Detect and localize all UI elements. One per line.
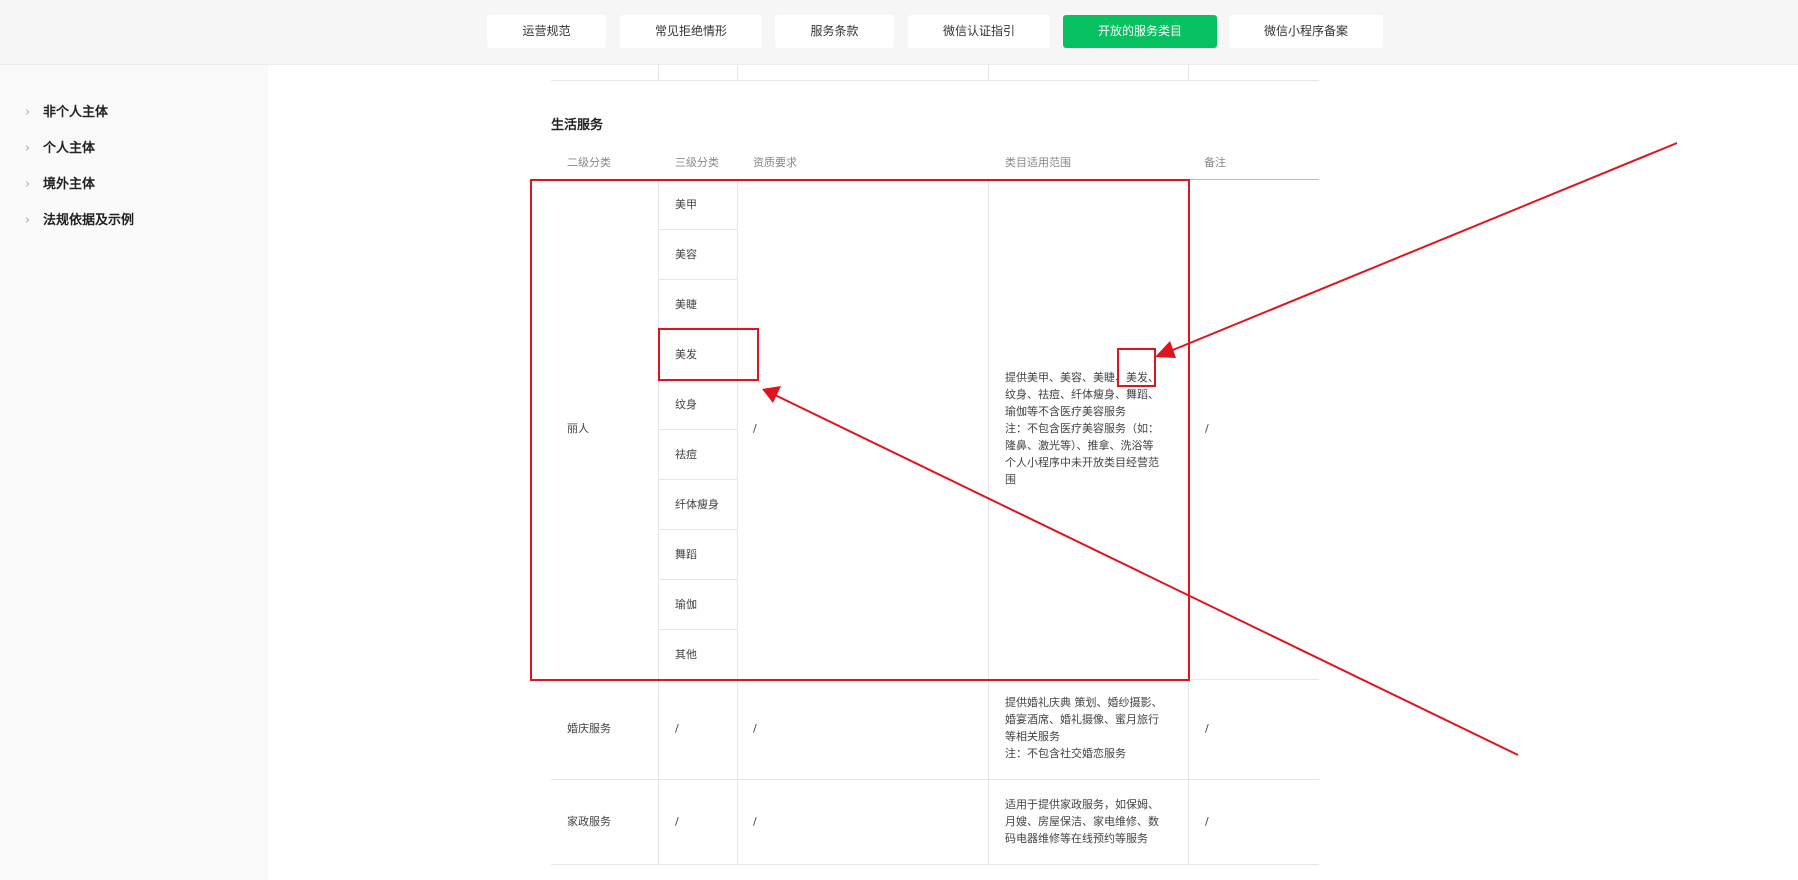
top-navigation: 运营规范 常见拒绝情形 服务条款 微信认证指引 开放的服务类目 微信小程序备案	[0, 0, 1798, 65]
chevron-right-icon: ›	[25, 177, 31, 192]
qualification-cell: /	[753, 815, 757, 828]
subcategory-item: 美容	[675, 248, 697, 261]
table-divider	[988, 65, 989, 80]
table-divider	[659, 579, 737, 580]
scope-line: 个人小程序中未开放类目经营范	[1005, 456, 1159, 469]
level2-cell: 婚庆服务	[567, 722, 611, 735]
note-cell: /	[1205, 815, 1209, 828]
table-divider	[737, 180, 738, 864]
table-divider	[1188, 180, 1189, 864]
section-title: 生活服务	[551, 118, 604, 133]
table-divider	[658, 180, 659, 864]
subcategory-item: 其他	[675, 648, 697, 661]
table-divider	[659, 329, 737, 330]
tab-open-service-categories[interactable]: 开放的服务类目	[1063, 15, 1217, 48]
table-divider	[551, 679, 1319, 680]
scope-cell: 提供婚礼庆典 策划、婚纱摄影、 婚宴酒席、婚礼摄像、蜜月旅行 等相关服务 注：不…	[1005, 694, 1170, 762]
scope-cell: 提供美甲、美容、美睫、美发、 纹身、祛痘、纤体瘦身、舞蹈、 瑜伽等不含医疗美容服…	[1005, 369, 1170, 488]
subcategory-item: 纹身	[675, 398, 697, 411]
sidebar-item-label: 境外主体	[43, 177, 96, 192]
table-divider	[551, 80, 1319, 81]
chevron-right-icon: ›	[25, 213, 31, 228]
sidebar-item-individual[interactable]: › 个人主体	[25, 139, 95, 159]
subcategory-item: 舞蹈	[675, 548, 697, 561]
sidebar-item-non-individual[interactable]: › 非个人主体	[25, 103, 108, 123]
chevron-right-icon: ›	[25, 141, 31, 156]
highlight-box-hair-subcategory	[658, 328, 759, 381]
header-level2: 二级分类	[567, 156, 611, 169]
subcategory-item: 纤体瘦身	[675, 498, 719, 511]
arrow-head-icon	[1155, 341, 1176, 358]
subcategory-item: 美睫	[675, 298, 697, 311]
tab-wechat-certification[interactable]: 微信认证指引	[908, 15, 1050, 48]
tab-common-rejections[interactable]: 常见拒绝情形	[620, 15, 762, 48]
table-divider	[659, 429, 737, 430]
annotation-overlay	[530, 142, 1678, 756]
header-scope: 类目适用范围	[1005, 156, 1071, 169]
subcategory-item: 瑜伽	[675, 598, 697, 611]
table-divider	[659, 529, 737, 530]
note-cell: /	[1205, 722, 1209, 735]
table-divider	[659, 479, 737, 480]
scope-line: 瑜伽等不含医疗美容服务	[1005, 405, 1126, 418]
table-divider	[551, 864, 1319, 865]
scope-line: 月嫂、房屋保洁、家电维修、数	[1005, 815, 1159, 828]
sidebar-item-label: 个人主体	[43, 141, 96, 156]
scope-line: 码电器维修等在线预约等服务	[1005, 832, 1148, 845]
table-divider	[551, 779, 1319, 780]
table-divider	[988, 180, 989, 864]
table-divider	[659, 379, 737, 380]
tab-operation-rules[interactable]: 运营规范	[487, 15, 606, 48]
arrow-head-icon	[762, 386, 781, 403]
subcategory-item: 美甲	[675, 198, 697, 211]
sidebar-item-label: 非个人主体	[43, 105, 109, 120]
header-qualification: 资质要求	[753, 156, 797, 169]
table-divider	[737, 65, 738, 80]
table-header-divider	[551, 179, 1319, 180]
arrow-line-to-scope	[1167, 142, 1678, 353]
scope-line: 适用于提供家政服务，如保姆、	[1005, 798, 1159, 811]
level2-cell: 家政服务	[567, 815, 611, 828]
subcategory-item-highlighted: 美发	[675, 348, 697, 361]
scope-line: 提供婚礼庆典 策划、婚纱摄影、	[1005, 696, 1163, 709]
scope-cell: 适用于提供家政服务，如保姆、 月嫂、房屋保洁、家电维修、数 码电器维修等在线预约…	[1005, 796, 1170, 847]
qualification-cell: /	[753, 422, 757, 435]
scope-line: 注：不包含社交婚恋服务	[1005, 747, 1126, 760]
scope-line: 提供美甲、美容、美睫、美发、	[1005, 371, 1159, 384]
table-divider	[1188, 65, 1189, 80]
scope-line: 注：不包含医疗美容服务（如：	[1005, 422, 1159, 435]
sidebar-item-label: 法规依据及示例	[43, 213, 135, 228]
header-level3: 三级分类	[675, 156, 719, 169]
chevron-right-icon: ›	[25, 105, 31, 120]
scope-line: 等相关服务	[1005, 730, 1060, 743]
table-divider	[659, 229, 737, 230]
scope-line: 围	[1005, 473, 1016, 486]
tab-terms-of-service[interactable]: 服务条款	[775, 15, 894, 48]
table-divider	[659, 279, 737, 280]
scope-line: 隆鼻、激光等）、推拿、洗浴等	[1005, 439, 1154, 452]
sidebar-item-regulations[interactable]: › 法规依据及示例	[25, 211, 134, 231]
level3-cell: /	[675, 722, 679, 735]
note-cell: /	[1205, 422, 1209, 435]
level2-cell: 丽人	[567, 422, 589, 435]
subcategory-item: 祛痘	[675, 448, 697, 461]
sidebar: › 非个人主体 › 个人主体 › 境外主体 › 法规依据及示例	[0, 65, 268, 880]
scope-line: 纹身、祛痘、纤体瘦身、舞蹈、	[1005, 388, 1159, 401]
table-divider	[659, 629, 737, 630]
table-divider	[658, 65, 659, 80]
level3-cell: /	[675, 815, 679, 828]
header-note: 备注	[1204, 156, 1226, 169]
tab-mini-program-filing[interactable]: 微信小程序备案	[1229, 15, 1383, 48]
scope-line: 婚宴酒席、婚礼摄像、蜜月旅行	[1005, 713, 1159, 726]
sidebar-item-overseas[interactable]: › 境外主体	[25, 175, 95, 195]
qualification-cell: /	[753, 722, 757, 735]
